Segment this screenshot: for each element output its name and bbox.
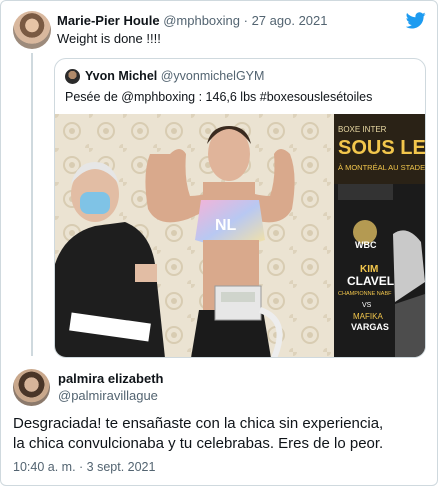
avatar[interactable]: [13, 11, 51, 49]
poster-line-2: SOUS LES: [338, 137, 425, 159]
belt-label: WBC: [355, 240, 377, 250]
quoted-header: Yvon Michel @yvonmichelGYM: [85, 69, 264, 83]
opponent-last-name: VARGAS: [351, 322, 389, 332]
quoted-author-handle[interactable]: @yvonmichelGYM: [161, 69, 265, 83]
reply-date[interactable]: 3 sept. 2021: [87, 460, 156, 474]
fighter-subtitle: CHAMPIONNE NABF: [338, 291, 392, 297]
quoted-avatar[interactable]: [65, 69, 80, 84]
meta-separator: ·: [75, 460, 87, 474]
reply-author-name[interactable]: palmira elizabeth: [58, 371, 163, 386]
poster-line-3: À MONTRÉAL AU STADE: [338, 163, 425, 172]
tweet-header: Marie-Pier Houle @mphboxing · 27 ago. 20…: [57, 13, 327, 28]
thread-connector-line: [31, 53, 33, 356]
poster-line-1: BOXE INTER: [338, 125, 387, 134]
weigh-in-photo-illustration: BOXE INTER SOUS LES À MONTRÉAL AU STADE …: [55, 114, 425, 357]
tweet-text: Weight is done !!!!: [57, 31, 161, 46]
reply-time[interactable]: 10:40 a. m.: [13, 460, 76, 474]
top-label: NL: [215, 217, 237, 234]
event-poster: BOXE INTER SOUS LES À MONTRÉAL AU STADE …: [334, 114, 425, 357]
reply-author-handle[interactable]: @palmiravillague: [58, 388, 158, 403]
poster-vs: VS: [362, 302, 372, 309]
reply-text-line: la chica convulcionaba y tu celebrabas. …: [13, 435, 384, 452]
quoted-tweet[interactable]: Yvon Michel @yvonmichelGYM Pesée de @mph…: [54, 58, 426, 358]
fighter-last-name: CLAVEL: [347, 274, 394, 288]
tweet-date[interactable]: 27 ago. 2021: [252, 13, 328, 28]
quoted-author-name[interactable]: Yvon Michel: [85, 69, 157, 83]
meta-separator: ·: [240, 13, 252, 28]
tweet-card: Marie-Pier Houle @mphboxing · 27 ago. 20…: [0, 0, 438, 486]
reply-timestamp[interactable]: 10:40 a. m. · 3 sept. 2021: [13, 460, 155, 474]
weigh-in-photo[interactable]: BOXE INTER SOUS LES À MONTRÉAL AU STADE …: [55, 114, 425, 357]
reply-avatar[interactable]: [13, 369, 50, 406]
opponent-first-name: MAFIKA: [353, 312, 383, 321]
author-handle[interactable]: @mphboxing: [163, 13, 240, 28]
reply-text-line: Desgraciada! te ensañaste con la chica s…: [13, 415, 384, 432]
twitter-bird-icon[interactable]: [406, 12, 426, 29]
reply-text: Desgraciada! te ensañaste con la chica s…: [13, 414, 433, 454]
author-name[interactable]: Marie-Pier Houle: [57, 13, 160, 28]
quoted-tweet-text: Pesée de @mphboxing : 146,6 lbs #boxesou…: [65, 90, 373, 104]
